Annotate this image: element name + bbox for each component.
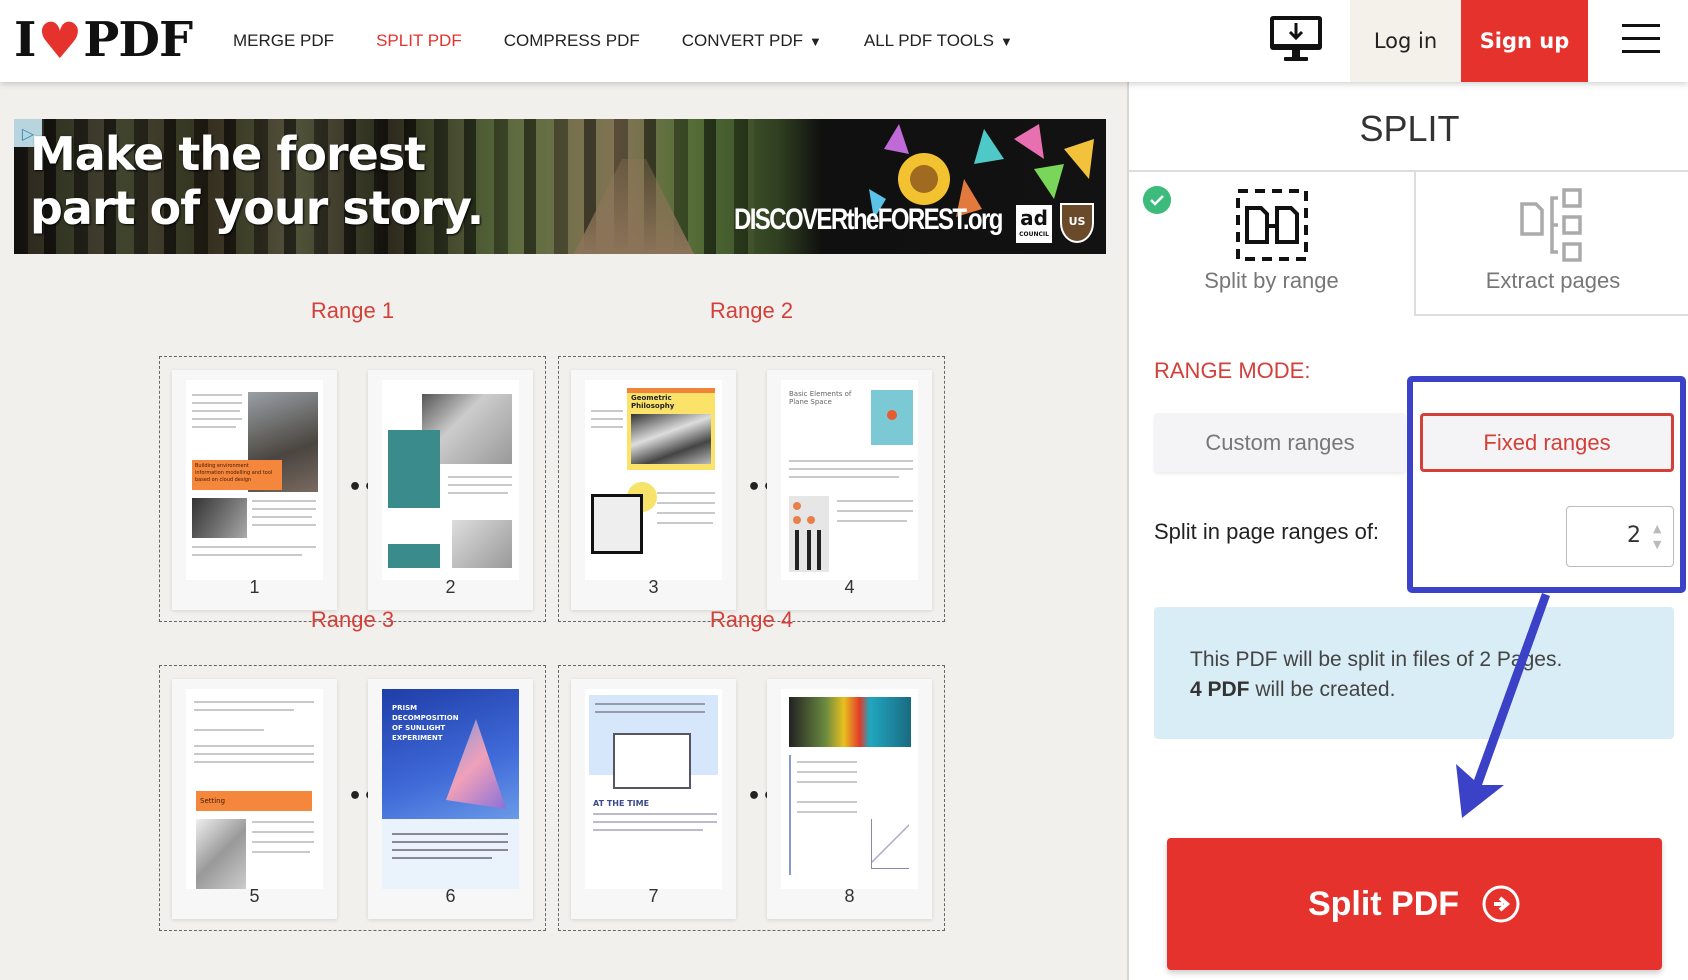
nav-all-pdf-tools[interactable]: ALL PDF TOOLS ▼ <box>864 31 1013 51</box>
arrow-right-circle-icon <box>1482 885 1520 923</box>
page-thumbnail[interactable]: Geometric Philosophy 3 <box>571 370 736 610</box>
info-line-2-rest: will be created. <box>1249 678 1396 701</box>
fixed-ranges-button[interactable]: Fixed ranges <box>1420 413 1674 472</box>
page-thumbnail[interactable]: 2 <box>368 370 533 610</box>
custom-ranges-button[interactable]: Custom ranges <box>1154 413 1406 472</box>
page-thumbnail[interactable]: Setting 5 <box>172 679 337 919</box>
nav-compress-pdf[interactable]: COMPRESS PDF <box>504 31 640 51</box>
page-preview: Geometric Philosophy <box>585 380 722 580</box>
page-number: 6 <box>445 886 456 906</box>
page-heading: PRISM DECOMPOSITION OF SUNLIGHT EXPERIME… <box>392 704 459 742</box>
page-thumbnail[interactable]: 8 <box>767 679 932 919</box>
main-nav: MERGE PDF SPLIT PDF COMPRESS PDF CONVERT… <box>233 0 1055 82</box>
range-title: Range 3 <box>310 607 395 632</box>
logo-text-i: I <box>14 12 36 68</box>
page-preview: PRISM DECOMPOSITION OF SUNLIGHT EXPERIME… <box>382 689 519 889</box>
tab-label: Split by range <box>1204 268 1339 293</box>
page-preview: Basic Elements of Plane Space <box>781 380 918 580</box>
page-number: 7 <box>648 886 659 906</box>
page-heading: AT THE TIME <box>593 799 650 808</box>
spinner-up-icon[interactable]: ▲ <box>1653 522 1661 535</box>
ilovepdf-split-page: I ♥ PDF MERGE PDF SPLIT PDF COMPRESS PDF… <box>0 0 1688 980</box>
info-line-2: 4 PDF will be created. <box>1190 675 1638 705</box>
range-group-4: AT THE TIME 7 ••• <box>558 665 945 931</box>
spinner-down-icon[interactable]: ▼ <box>1653 538 1661 551</box>
split-page-ranges-label: Split in page ranges of: <box>1154 519 1380 544</box>
page-range-size-input[interactable]: 2 ▲ ▼ <box>1566 506 1674 567</box>
ad-council-logo: ad COUNCIL <box>1016 205 1052 243</box>
page-heading: Geometric Philosophy <box>631 394 675 410</box>
tab-extract-pages[interactable]: Extract pages <box>1414 172 1688 316</box>
page-number: 8 <box>844 886 855 906</box>
split-pdf-button[interactable]: Split PDF <box>1167 838 1662 970</box>
top-navbar: I ♥ PDF MERGE PDF SPLIT PDF COMPRESS PDF… <box>0 0 1688 82</box>
ad-council-sub: COUNCIL <box>1019 231 1049 238</box>
page-preview: AT THE TIME <box>585 689 722 889</box>
range-title: Range 1 <box>310 298 395 323</box>
range-group-3: Setting 5 ••• PRISM DECOMPOSITION OF SUN… <box>159 665 546 931</box>
logo-text-pdf: PDF <box>83 12 193 68</box>
page-preview <box>382 380 519 580</box>
split-pdf-button-label: Split PDF <box>1307 884 1460 923</box>
page-range-size-value: 2 <box>1627 523 1641 548</box>
tab-split-by-range[interactable]: Split by range <box>1129 172 1414 316</box>
page-number: 2 <box>445 577 456 597</box>
ad-headline-line1: Make the forest <box>30 127 426 181</box>
ad-url: DISCOVERtheFOREST.org <box>734 203 1003 236</box>
range-title: Range 2 <box>709 298 794 323</box>
split-options-sidebar: SPLIT Split by range Extract pages RANGE <box>1127 82 1688 980</box>
range-title: Range 4 <box>709 607 794 632</box>
page-heading: Basic Elements of Plane Space <box>789 390 852 406</box>
ad-council-text: ad <box>1020 206 1048 230</box>
hamburger-menu-icon[interactable] <box>1622 24 1660 54</box>
sidebar-title: SPLIT <box>1359 108 1460 149</box>
number-spinner[interactable]: ▲ ▼ <box>1653 521 1665 553</box>
nav-convert-pdf-label: CONVERT PDF <box>681 31 803 50</box>
page-heading: Setting <box>196 791 312 811</box>
info-line-1: This PDF will be split in files of 2 Pag… <box>1190 648 1563 671</box>
nav-all-pdf-tools-label: ALL PDF TOOLS <box>863 31 994 50</box>
ad-headline-line2: part of your story. <box>30 181 484 235</box>
page-thumbnail[interactable]: Basic Elements of Plane Space 4 <box>767 370 932 610</box>
main-content: ▷ Make the forest part of your story. DI… <box>0 82 1127 980</box>
page-preview: Setting <box>186 689 323 889</box>
heart-icon: ♥ <box>37 10 82 70</box>
caret-down-icon: ▼ <box>808 34 822 49</box>
ad-headline: Make the forest part of your story. <box>30 127 484 235</box>
nav-merge-pdf[interactable]: MERGE PDF <box>233 31 334 51</box>
page-preview <box>781 689 918 889</box>
login-button[interactable]: Log in <box>1350 0 1461 82</box>
page-number: 4 <box>844 577 855 597</box>
range-mode-label: RANGE MODE: <box>1154 358 1311 383</box>
ad-banner[interactable]: ▷ Make the forest part of your story. DI… <box>14 119 1106 254</box>
nav-split-pdf[interactable]: SPLIT PDF <box>376 31 462 51</box>
signup-button[interactable]: Sign up <box>1461 0 1588 82</box>
extract-pages-icon <box>1520 188 1582 262</box>
range-group-1: Building environment information modelli… <box>159 356 546 622</box>
range-group-2: Geometric Philosophy 3 ••• Basic E <box>558 356 945 622</box>
page-preview: Building environment information modelli… <box>186 380 323 580</box>
caret-down-icon: ▼ <box>999 34 1013 49</box>
ilovepdf-logo[interactable]: I ♥ PDF <box>14 10 193 70</box>
page-heading: Building environment information modelli… <box>192 460 282 490</box>
page-thumbnail[interactable]: Building environment information modelli… <box>172 370 337 610</box>
tab-label: Extract pages <box>1485 268 1621 293</box>
info-pdf-count: 4 PDF <box>1190 678 1250 701</box>
check-circle-icon <box>1143 186 1171 214</box>
split-info-box: This PDF will be split in files of 2 Pag… <box>1154 607 1674 739</box>
nav-convert-pdf[interactable]: CONVERT PDF ▼ <box>682 31 822 51</box>
desktop-download-icon[interactable] <box>1268 14 1324 64</box>
page-number: 5 <box>249 886 260 906</box>
page-thumbnail[interactable]: AT THE TIME 7 <box>571 679 736 919</box>
split-range-icon <box>1235 189 1308 261</box>
usfs-shield-logo: US <box>1060 203 1094 243</box>
page-number: 3 <box>648 577 659 597</box>
page-number: 1 <box>249 577 260 597</box>
page-thumbnail[interactable]: PRISM DECOMPOSITION OF SUNLIGHT EXPERIME… <box>368 679 533 919</box>
